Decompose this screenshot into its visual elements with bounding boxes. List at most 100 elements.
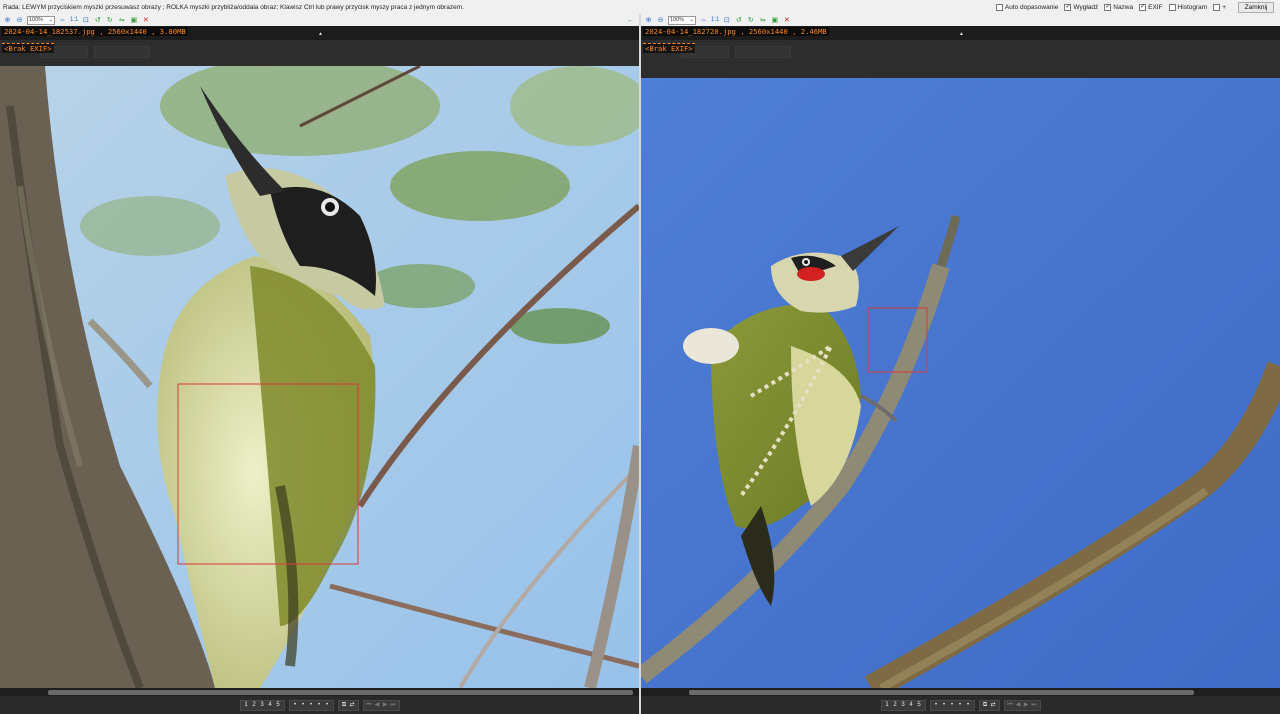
copy-icon[interactable]: ⧉ (341, 702, 348, 708)
flip-icon[interactable]: ⇋ (117, 16, 126, 25)
checkbox-auto-fit[interactable] (995, 3, 1003, 11)
save-icon[interactable]: ▣ (770, 16, 779, 25)
first-icon[interactable]: ⏮ (1007, 702, 1014, 708)
zoom-value: 100% (670, 17, 685, 23)
option-label: Nazwa (1113, 3, 1134, 11)
close-button[interactable]: Zamknij (1238, 1, 1274, 13)
woodpecker-photo-left (0, 66, 639, 688)
last-icon[interactable]: ⏭ (1031, 702, 1038, 708)
option-auto-fit[interactable]: Auto dopasowanie (995, 3, 1059, 11)
last-icon[interactable]: ⏭ (390, 702, 397, 708)
chevron-down-icon: ⌄ (48, 17, 53, 23)
sub-strip (641, 40, 1280, 66)
arrow-left-icon[interactable]: ← (626, 16, 635, 25)
close-icon[interactable]: ✕ (141, 16, 150, 25)
dot-button[interactable]: • (292, 702, 299, 708)
checkbox-plus[interactable] (1213, 3, 1221, 11)
zoom-out-icon[interactable]: ⊖ (15, 16, 24, 25)
fit-icon[interactable]: ⇔ (699, 16, 708, 25)
one-to-one-button[interactable]: 1:1 (711, 17, 719, 23)
zoom-select[interactable]: 100% ⌄ (27, 15, 55, 25)
option-label: Histogram (1177, 3, 1208, 11)
dot-button[interactable]: • (308, 702, 315, 708)
zoom-in-icon[interactable]: ⊕ (3, 16, 12, 25)
scrollbar-thumb[interactable] (689, 690, 1194, 695)
save-icon[interactable]: ▣ (129, 16, 138, 25)
view-2-button[interactable]: 2 (892, 702, 899, 708)
exif-info: <Brak EXIF> (2, 43, 54, 53)
prev-icon[interactable]: ◀ (374, 702, 381, 708)
dot-button[interactable]: • (324, 702, 331, 708)
caret-up-icon[interactable]: ▲ (318, 31, 323, 37)
caret-up-icon[interactable]: ▲ (959, 31, 964, 37)
checkbox-histogram[interactable] (1168, 3, 1176, 11)
scrollbar-thumb[interactable] (48, 690, 633, 695)
right-bottom-bar: 1 2 3 4 5 • • • • • ⧉ ⇄ ⏮ ◀ ▶ ⏭ (641, 696, 1280, 714)
option-label: + (1222, 3, 1226, 11)
prev-icon[interactable]: ◀ (1015, 702, 1022, 708)
horizontal-scrollbar[interactable] (0, 688, 639, 696)
dot-button[interactable]: • (957, 702, 964, 708)
woodpecker-photo-right (641, 66, 1280, 688)
dot-button[interactable]: • (316, 702, 323, 708)
dot-buttons: • • • • • (288, 699, 334, 711)
rotate-right-icon[interactable]: ↻ (746, 16, 755, 25)
zoom-value: 100% (29, 17, 44, 23)
view-3-button[interactable]: 3 (259, 702, 266, 708)
ghost-button (735, 46, 791, 58)
option-histogram[interactable]: Histogram (1168, 3, 1208, 11)
dot-button[interactable]: • (933, 702, 940, 708)
zoom-out-icon[interactable]: ⊖ (656, 16, 665, 25)
option-plus[interactable]: + (1213, 3, 1226, 11)
crop-icon[interactable]: ⊡ (722, 16, 731, 25)
hint-bar: Rada: LEWYM przyciskiem myszki przesuwas… (0, 0, 1280, 14)
checkbox-name[interactable]: ✓ (1104, 3, 1112, 11)
crop-icon[interactable]: ⊡ (81, 16, 90, 25)
chevron-down-icon: ⌄ (689, 17, 694, 23)
view-buttons: 1 2 3 4 5 (880, 699, 926, 711)
dot-button[interactable]: • (300, 702, 307, 708)
option-smooth[interactable]: ✓ Wygładź (1064, 3, 1098, 11)
swap-icon[interactable]: ⇄ (349, 702, 356, 708)
nav-buttons: ⏮ ◀ ▶ ⏭ (362, 699, 400, 711)
right-image[interactable] (641, 66, 1280, 688)
ghost-button (94, 46, 150, 58)
view-5-button[interactable]: 5 (275, 702, 282, 708)
dot-button[interactable]: • (965, 702, 972, 708)
view-4-button[interactable]: 4 (908, 702, 915, 708)
view-5-button[interactable]: 5 (916, 702, 923, 708)
next-icon[interactable]: ▶ (1023, 702, 1030, 708)
left-image[interactable] (0, 66, 639, 688)
horizontal-scrollbar[interactable] (641, 688, 1280, 696)
view-3-button[interactable]: 3 (900, 702, 907, 708)
close-icon[interactable]: ✕ (782, 16, 791, 25)
next-icon[interactable]: ▶ (382, 702, 389, 708)
fit-icon[interactable]: ⇔ (58, 16, 67, 25)
file-info: 2024-04-14_182720.jpg , 2560x1440 , 2.46… (643, 27, 829, 36)
rotate-left-icon[interactable]: ↺ (734, 16, 743, 25)
view-4-button[interactable]: 4 (267, 702, 274, 708)
zoom-in-icon[interactable]: ⊕ (644, 16, 653, 25)
file-info: 2024-04-14_182537.jpg , 2560x1440 , 3.80… (2, 27, 188, 36)
option-name[interactable]: ✓ Nazwa (1104, 3, 1134, 11)
copy-icon[interactable]: ⧉ (982, 702, 989, 708)
swap-icon[interactable]: ⇄ (990, 702, 997, 708)
flip-icon[interactable]: ⇋ (758, 16, 767, 25)
option-label: Auto dopasowanie (1004, 3, 1059, 11)
one-to-one-button[interactable]: 1:1 (70, 17, 78, 23)
checkbox-smooth[interactable]: ✓ (1064, 3, 1072, 11)
option-label: EXIF (1148, 3, 1163, 11)
view-2-button[interactable]: 2 (251, 702, 258, 708)
dot-button[interactable]: • (941, 702, 948, 708)
dot-button[interactable]: • (949, 702, 956, 708)
checkbox-exif[interactable]: ✓ (1139, 3, 1147, 11)
first-icon[interactable]: ⏮ (366, 702, 373, 708)
left-panel: ⊕ ⊖ 100% ⌄ ⇔ 1:1 ⊡ ↺ ↻ ⇋ ▣ ✕ ← ▲ 2024-04-… (0, 14, 639, 714)
sub-strip (0, 40, 639, 66)
option-exif[interactable]: ✓ EXIF (1139, 3, 1163, 11)
view-1-button[interactable]: 1 (243, 702, 250, 708)
rotate-left-icon[interactable]: ↺ (93, 16, 102, 25)
rotate-right-icon[interactable]: ↻ (105, 16, 114, 25)
zoom-select[interactable]: 100% ⌄ (668, 15, 696, 25)
view-1-button[interactable]: 1 (884, 702, 891, 708)
